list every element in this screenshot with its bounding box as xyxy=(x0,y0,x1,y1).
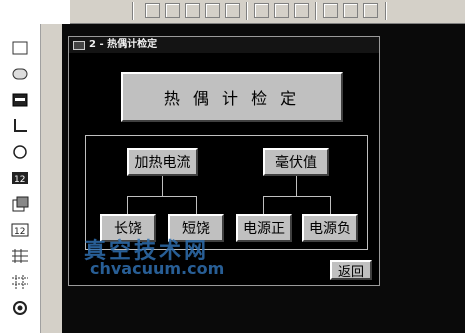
filled-rect-icon[interactable] xyxy=(10,90,30,110)
connector-line xyxy=(296,176,297,196)
connector-line xyxy=(330,196,331,215)
watermark-url: chvacuum.com xyxy=(90,259,225,278)
window-icon xyxy=(73,41,85,50)
numeric-display-icon[interactable]: 12 xyxy=(10,168,30,188)
connector-line xyxy=(162,176,163,196)
connector-line xyxy=(127,196,128,215)
grid-icon[interactable] xyxy=(323,3,338,18)
power-positive-button[interactable]: 电源正 xyxy=(236,214,292,242)
toolbar xyxy=(70,0,465,24)
layout-right-icon[interactable] xyxy=(294,3,309,18)
numeric-display2-icon[interactable]: 12 xyxy=(10,220,30,240)
svg-text:12: 12 xyxy=(14,227,25,237)
back-button[interactable]: 返回 xyxy=(330,260,372,280)
circle-icon[interactable] xyxy=(10,142,30,162)
grid-pattern-icon[interactable] xyxy=(10,272,30,292)
connector-line xyxy=(263,196,331,197)
millivolt-button[interactable]: 毫伏值 xyxy=(263,148,329,176)
window-title: 2 - 热偶计检定 xyxy=(69,37,379,53)
align-top-icon[interactable] xyxy=(185,3,200,18)
heating-current-button[interactable]: 加热电流 xyxy=(127,148,198,176)
text-tool-icon[interactable] xyxy=(165,3,180,18)
connector-line xyxy=(263,196,264,215)
ellipse-tool-icon[interactable] xyxy=(10,64,30,84)
pencil-icon[interactable] xyxy=(145,3,160,18)
power-negative-button[interactable]: 电源负 xyxy=(302,214,358,242)
svg-text:12: 12 xyxy=(14,175,25,185)
layout-left-icon[interactable] xyxy=(254,3,269,18)
rectangle-icon[interactable] xyxy=(10,38,30,58)
toolbar-separator xyxy=(246,2,248,20)
align-middle-icon[interactable] xyxy=(205,3,220,18)
align-bottom-icon[interactable] xyxy=(225,3,240,18)
fill-icon[interactable] xyxy=(363,3,378,18)
corner-line-icon[interactable] xyxy=(10,116,30,136)
main-title-button[interactable]: 热 偶 计 检 定 xyxy=(121,72,343,122)
layout-center-icon[interactable] xyxy=(274,3,289,18)
pattern-icon[interactable] xyxy=(10,246,30,266)
window-icon[interactable] xyxy=(343,3,358,18)
toolbar-separator xyxy=(132,2,134,20)
connector-line xyxy=(196,196,197,215)
connector-line xyxy=(127,196,197,197)
copy-icon[interactable] xyxy=(10,194,30,214)
toolbar-separator xyxy=(315,2,317,20)
target-icon[interactable] xyxy=(10,298,30,318)
toolbar-separator xyxy=(385,2,387,20)
